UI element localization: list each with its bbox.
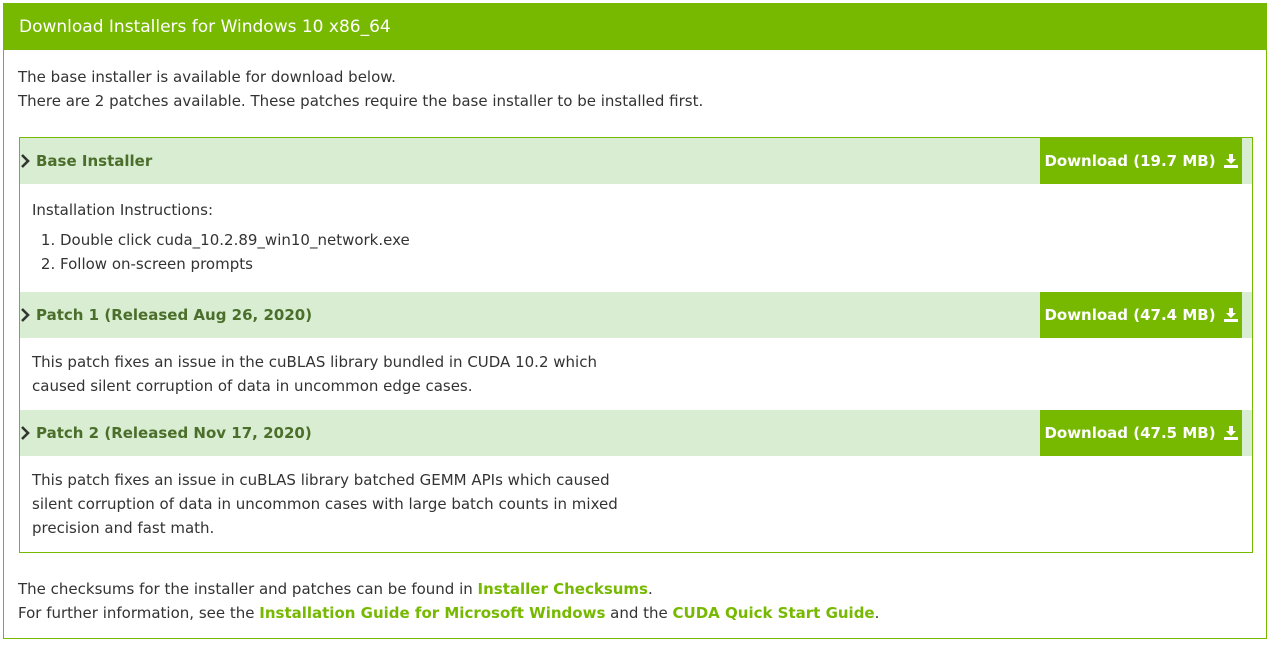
chevron-right-icon [20, 308, 36, 322]
instruction-step: Double click cuda_10.2.89_win10_network.… [60, 228, 410, 252]
intro-line-2: There are 2 patches available. These pat… [18, 92, 704, 110]
download-icon [1223, 154, 1238, 168]
download-icon [1223, 426, 1238, 440]
download-button-label: Download (47.5 MB) [1044, 424, 1216, 442]
section-base-installer[interactable]: Base Installer Download (19.7 MB) [20, 138, 1252, 184]
download-button-label: Download (19.7 MB) [1044, 152, 1216, 170]
chevron-right-icon [20, 426, 36, 440]
installer-checksums-link[interactable]: Installer Checksums [478, 580, 648, 598]
footer-text-segment: The checksums for the installer and patc… [18, 580, 478, 598]
section-patch-2[interactable]: Patch 2 (Released Nov 17, 2020) Download… [20, 410, 1252, 456]
footer-line-2: For further information, see the Install… [18, 601, 879, 625]
section-title-base-installer: Base Installer [36, 152, 153, 170]
intro-text: The base installer is available for down… [18, 65, 703, 113]
installation-guide-link[interactable]: Installation Guide for Microsoft Windows [259, 604, 605, 622]
section-title-patch-2: Patch 2 (Released Nov 17, 2020) [36, 424, 312, 442]
section-patch-1[interactable]: Patch 1 (Released Aug 26, 2020) Download… [20, 292, 1252, 338]
download-base-installer-button[interactable]: Download (19.7 MB) [1040, 138, 1242, 184]
download-patch-2-button[interactable]: Download (47.5 MB) [1040, 410, 1242, 456]
footer-text: The checksums for the installer and patc… [18, 577, 879, 625]
download-patch-1-button[interactable]: Download (47.4 MB) [1040, 292, 1242, 338]
quick-start-guide-link[interactable]: CUDA Quick Start Guide [673, 604, 875, 622]
installers-box: Base Installer Download (19.7 MB) Instal… [19, 137, 1253, 553]
download-icon [1223, 308, 1238, 322]
footer-text-segment: For further information, see the [18, 604, 260, 622]
patch-description-line: This patch fixes an issue in the cuBLAS … [32, 353, 597, 371]
patch-description-line: This patch fixes an issue in cuBLAS libr… [32, 471, 610, 489]
instructions-heading: Installation Instructions: [32, 201, 213, 219]
section-body-base-installer: Installation Instructions: Double click … [32, 198, 410, 276]
chevron-right-icon [20, 154, 36, 168]
download-button-label: Download (47.4 MB) [1044, 306, 1216, 324]
instruction-step: Follow on-screen prompts [60, 252, 410, 276]
patch-description-line: precision and fast math. [32, 519, 215, 537]
footer-text-segment: . [874, 604, 880, 622]
instructions-list: Double click cuda_10.2.89_win10_network.… [32, 228, 410, 276]
intro-line-1: The base installer is available for down… [18, 68, 396, 86]
section-body-patch-1: This patch fixes an issue in the cuBLAS … [32, 350, 597, 398]
footer-line-1: The checksums for the installer and patc… [18, 577, 879, 601]
footer-text-segment: and the [605, 604, 673, 622]
panel-title: Download Installers for Windows 10 x86_6… [4, 4, 1266, 50]
footer-text-segment: . [647, 580, 653, 598]
patch-description-line: silent corruption of data in uncommon ca… [32, 495, 618, 513]
section-title-patch-1: Patch 1 (Released Aug 26, 2020) [36, 306, 313, 324]
patch-description-line: caused silent corruption of data in unco… [32, 377, 473, 395]
section-body-patch-2: This patch fixes an issue in cuBLAS libr… [32, 468, 618, 540]
